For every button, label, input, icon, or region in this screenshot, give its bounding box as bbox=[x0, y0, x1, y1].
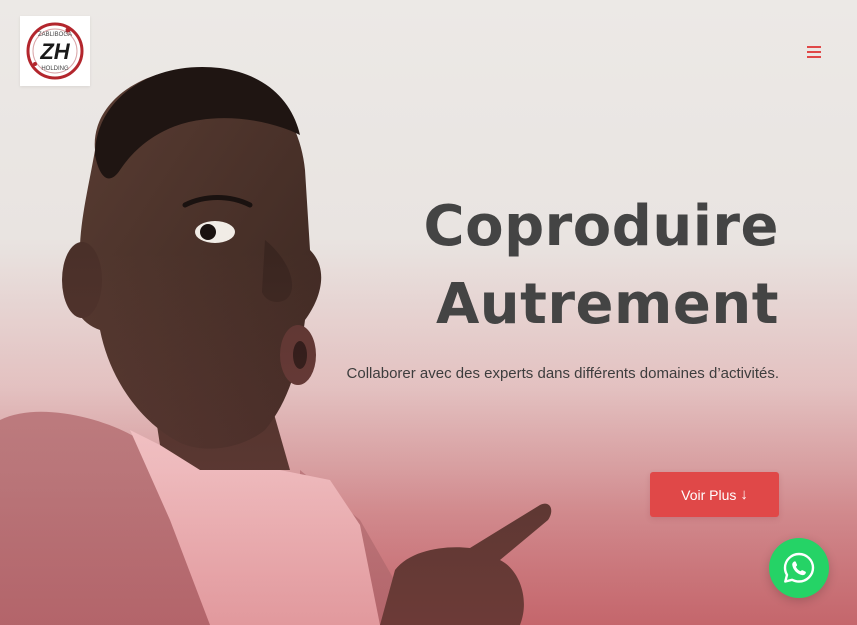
arrow-down-icon: ↓ bbox=[740, 486, 748, 503]
menu-line bbox=[807, 46, 821, 48]
hero-title: Coproduire Autrement bbox=[299, 188, 779, 344]
brand-logo-icon: ZABLIBOGA ZH HOLDING bbox=[26, 22, 84, 80]
hero-subtitle: Collaborer avec des experts dans différe… bbox=[346, 365, 779, 382]
whatsapp-icon bbox=[783, 552, 815, 583]
voir-plus-label: Voir Plus bbox=[681, 486, 737, 503]
logo-top-text: ZABLIBOGA bbox=[38, 32, 72, 38]
voir-plus-button[interactable]: Voir Plus ↓ bbox=[650, 472, 779, 517]
logo-bottom-text: HOLDING bbox=[41, 66, 69, 72]
menu-line bbox=[807, 51, 821, 53]
hamburger-menu-icon[interactable] bbox=[804, 42, 826, 60]
brand-logo[interactable]: ZABLIBOGA ZH HOLDING bbox=[20, 16, 90, 86]
logo-monogram: ZH bbox=[39, 39, 70, 64]
whatsapp-chat-button[interactable] bbox=[769, 538, 829, 598]
menu-line bbox=[807, 56, 821, 58]
hero-title-line-1: Coproduire bbox=[423, 194, 779, 259]
hero-title-line-2: Autrement bbox=[435, 272, 779, 337]
hero-section: ZABLIBOGA ZH HOLDING Coproduire Autremen… bbox=[0, 0, 857, 625]
